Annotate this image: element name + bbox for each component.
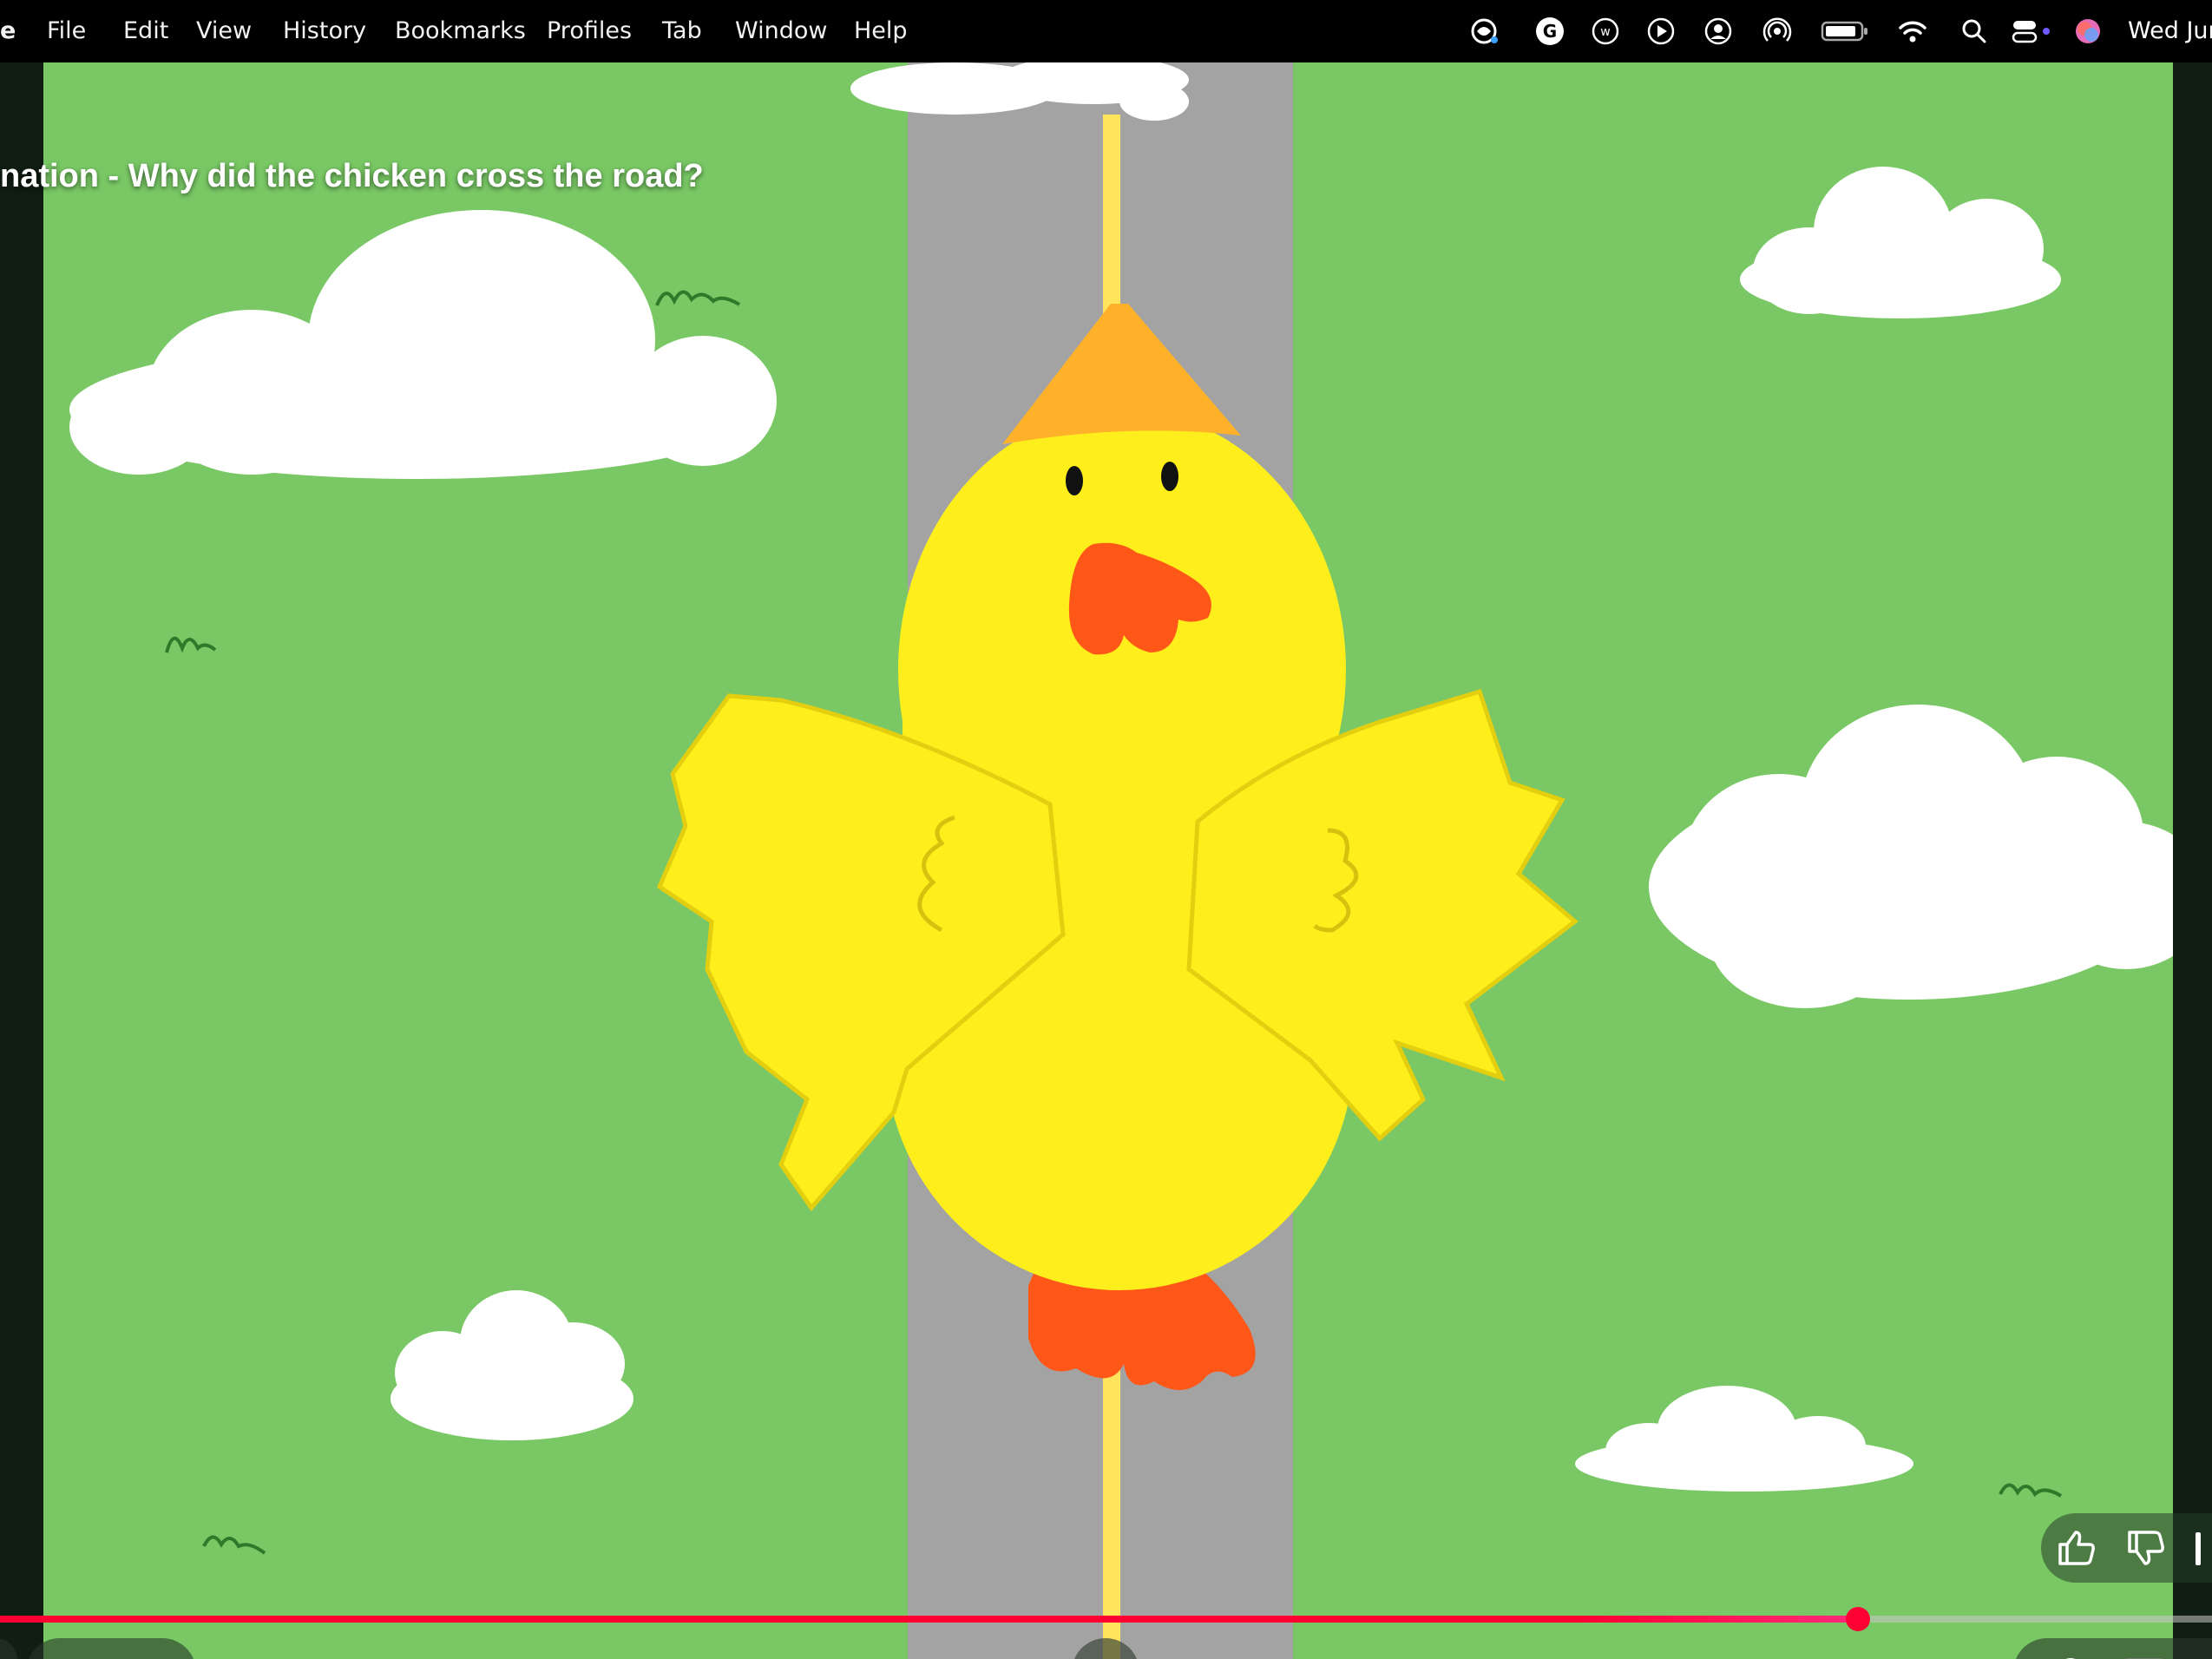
battery-icon[interactable] xyxy=(1821,16,1869,47)
menu-edit[interactable]: Edit xyxy=(123,0,168,62)
progress-bar-played xyxy=(0,1616,1859,1623)
wifi-icon[interactable] xyxy=(1897,16,1928,47)
time-display: 0:42 / 0:50 xyxy=(26,1638,196,1659)
menu-history[interactable]: History xyxy=(283,0,366,62)
video-title: nation - Why did the chicken cross the r… xyxy=(0,158,704,194)
menu-profiles[interactable]: Profiles xyxy=(547,0,632,62)
w-icon[interactable]: w xyxy=(1590,16,1621,47)
progress-bar[interactable] xyxy=(0,1607,2212,1631)
user-circle-icon[interactable] xyxy=(1703,16,1734,47)
right-controls: CC xyxy=(2013,1638,2212,1659)
clock[interactable]: Wed Jur xyxy=(2128,0,2212,62)
letterbox-right xyxy=(2173,62,2212,1659)
menu-view[interactable]: View xyxy=(196,0,252,62)
grammarly-icon[interactable]: G xyxy=(1534,16,1565,47)
letterbox-left xyxy=(0,62,43,1659)
menu-help[interactable]: Help xyxy=(854,0,908,62)
menu-window[interactable]: Window xyxy=(735,0,827,62)
svg-text:G: G xyxy=(1543,21,1557,42)
video-frame xyxy=(0,62,2212,1659)
chevron-up-icon xyxy=(1072,1638,1139,1659)
expand-button[interactable] xyxy=(1072,1638,1139,1659)
copilot-icon[interactable] xyxy=(1468,16,1500,47)
menu-bookmarks[interactable]: Bookmarks xyxy=(395,0,526,62)
thumbs-up-icon[interactable] xyxy=(2053,1525,2098,1570)
siri-icon[interactable] xyxy=(2072,16,2104,47)
app-menu[interactable]: e xyxy=(0,0,16,62)
airdrop-icon[interactable] xyxy=(1762,16,1793,47)
video-player[interactable]: nation - Why did the chicken cross the r… xyxy=(0,62,2212,1659)
more-actions-indicator[interactable] xyxy=(2196,1532,2201,1565)
svg-text:w: w xyxy=(1600,25,1610,39)
autoplay-toggle-icon[interactable] xyxy=(2034,1653,2090,1659)
menu-file[interactable]: File xyxy=(47,0,86,62)
search-icon[interactable] xyxy=(1959,16,1990,47)
menu-bar: e File Edit View History Bookmarks Profi… xyxy=(0,0,2212,62)
play-icon[interactable] xyxy=(1645,16,1677,47)
progress-scrubber[interactable] xyxy=(1846,1607,1871,1631)
rating-pill xyxy=(2041,1513,2212,1583)
control-center-icon[interactable] xyxy=(2010,16,2051,47)
thumbs-down-icon[interactable] xyxy=(2123,1525,2168,1570)
menu-tab[interactable]: Tab xyxy=(662,0,702,62)
